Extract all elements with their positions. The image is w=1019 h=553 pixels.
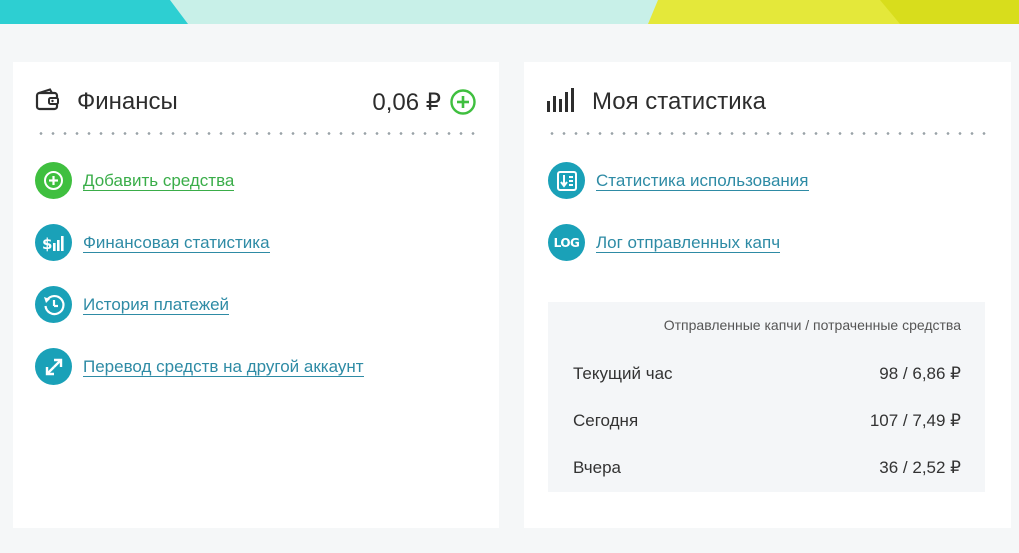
finance-header: Финансы 0,06 ₽ (35, 84, 477, 120)
row-period: Сегодня (573, 411, 639, 430)
stats-header: Моя статистика (546, 84, 989, 120)
transfer-funds-link[interactable]: Перевод средств на другой аккаунт (35, 348, 364, 385)
stats-table-caption: Отправленные капчи / потраченные средств… (663, 317, 961, 333)
wallet-icon (35, 87, 61, 117)
divider (35, 132, 477, 135)
svg-text:$: $ (42, 235, 52, 253)
stats-title: Моя статистика (592, 88, 766, 115)
finance-stats-link[interactable]: $ Финансовая статистика (35, 224, 364, 261)
log-icon: LOG (548, 224, 585, 261)
usage-stats-link[interactable]: Статистика использования (548, 162, 809, 199)
bar-chart-icon (546, 87, 576, 118)
top-color-band (0, 0, 1019, 24)
finance-stats-label[interactable]: Финансовая статистика (83, 233, 270, 253)
payment-history-label[interactable]: История платежей (83, 295, 230, 315)
stats-card: Моя статистика Статистика использования … (524, 62, 1011, 528)
plus-circle-icon (35, 162, 72, 199)
captcha-log-label[interactable]: Лог отправленных капч (596, 233, 781, 253)
transfer-funds-label[interactable]: Перевод средств на другой аккаунт (83, 357, 364, 377)
table-row: Сегодня 107 / 7,49 ₽ (573, 411, 961, 431)
usage-stats-icon (548, 162, 585, 199)
add-funds-label[interactable]: Добавить средства (83, 171, 235, 191)
finance-links: Добавить средства $ Финансовая статистик… (35, 162, 364, 410)
stats-table: Отправленные капчи / потраченные средств… (548, 302, 985, 492)
row-value: 98 / 6,86 ₽ (879, 364, 961, 383)
clock-history-icon (35, 286, 72, 323)
divider (546, 132, 989, 135)
balance: 0,06 ₽ (372, 88, 477, 117)
row-value: 36 / 2,52 ₽ (879, 458, 961, 477)
row-period: Вчера (573, 458, 621, 477)
finance-title: Финансы (77, 88, 178, 115)
stats-links: Статистика использования LOG Лог отправл… (548, 162, 809, 286)
add-funds-plus-icon[interactable] (449, 88, 477, 116)
dollar-chart-icon: $ (35, 224, 72, 261)
table-row: Текущий час 98 / 6,86 ₽ (573, 364, 961, 384)
usage-stats-label[interactable]: Статистика использования (596, 171, 809, 191)
payment-history-link[interactable]: История платежей (35, 286, 364, 323)
table-row: Вчера 36 / 2,52 ₽ (573, 458, 961, 478)
row-value: 107 / 7,49 ₽ (869, 411, 961, 430)
row-period: Текущий час (573, 364, 673, 383)
log-icon-text: LOG (553, 235, 580, 250)
transfer-arrows-icon (35, 348, 72, 385)
add-funds-link[interactable]: Добавить средства (35, 162, 364, 199)
finance-card: Финансы 0,06 ₽ Добавить средства $ Финан… (13, 62, 499, 528)
captcha-log-link[interactable]: LOG Лог отправленных капч (548, 224, 809, 261)
balance-amount: 0,06 ₽ (372, 88, 441, 116)
